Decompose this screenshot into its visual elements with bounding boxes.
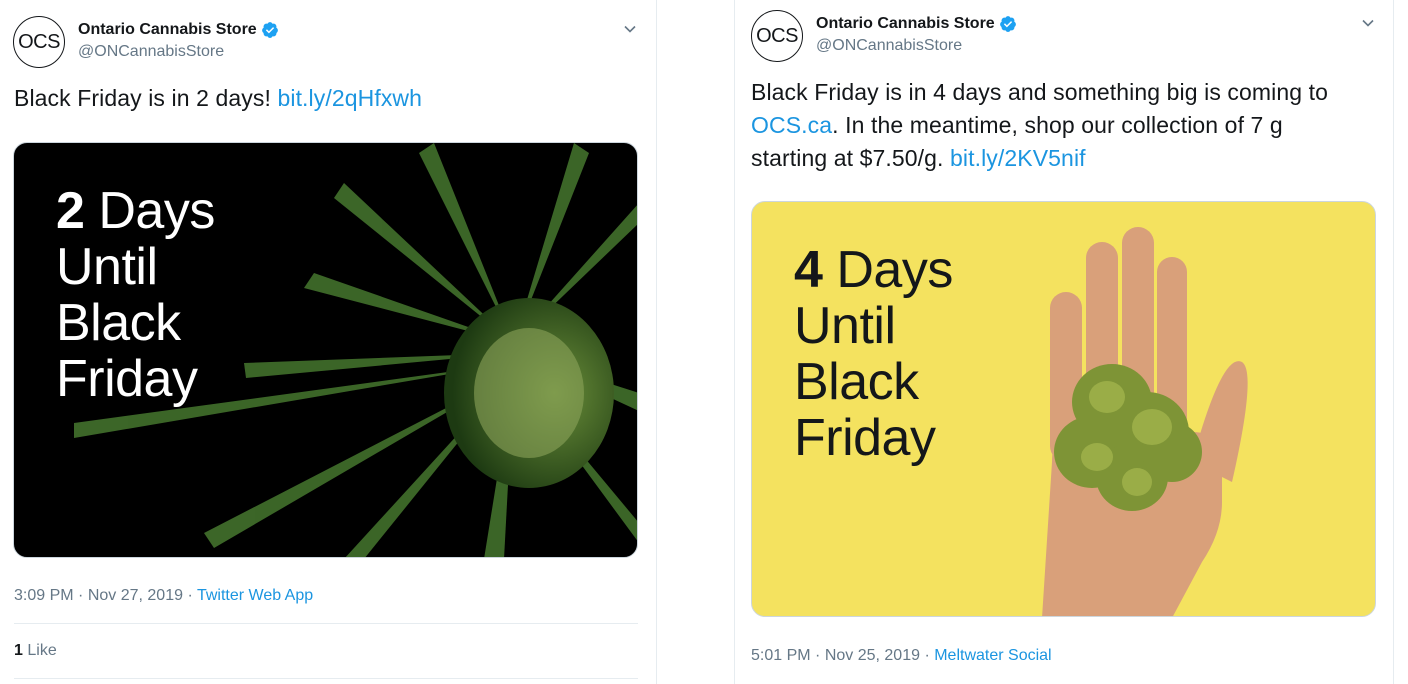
media-title: 2 Days Until Black Friday <box>56 183 215 407</box>
tweet-date[interactable]: Nov 27, 2019 <box>88 587 183 604</box>
tweet-card: OCS Ontario Cannabis Store @ONCannabisSt… <box>734 0 1394 684</box>
tweet-meta: 5:01 PM · Nov 25, 2019 · Meltwater Socia… <box>751 647 1052 665</box>
tweet-text: Black Friday is in 4 days and something … <box>751 76 1387 175</box>
avatar-text: OCS <box>756 24 798 47</box>
tweet-card: OCS Ontario Cannabis Store @ONCannabisSt… <box>0 0 657 684</box>
tweet-text-line: Black Friday is in 4 days and something … <box>751 79 1329 105</box>
account-name[interactable]: Ontario Cannabis Store <box>78 21 257 39</box>
tweet-text-line: . In the meantime, shop our collection o… <box>832 112 1283 138</box>
tweet-source[interactable]: Twitter Web App <box>197 587 313 604</box>
divider <box>14 623 638 624</box>
meta-separator: · <box>810 647 825 664</box>
chevron-down-icon[interactable] <box>1361 16 1375 30</box>
verified-badge-icon <box>999 16 1016 32</box>
meta-separator: · <box>183 587 197 604</box>
chevron-down-icon[interactable] <box>623 22 637 36</box>
media-title-line: Days <box>836 241 953 299</box>
tweet-date[interactable]: Nov 25, 2019 <box>825 647 920 664</box>
media-title-line: Friday <box>56 350 198 408</box>
meta-separator: · <box>920 647 935 664</box>
likes-count[interactable]: 1 Like <box>14 642 57 660</box>
account-handle[interactable]: @ONCannabisStore <box>78 43 224 61</box>
tweet-source[interactable]: Meltwater Social <box>934 647 1051 664</box>
tweet-link-ocs[interactable]: OCS.ca <box>751 112 832 138</box>
verified-badge-icon <box>261 22 278 38</box>
account-name[interactable]: Ontario Cannabis Store <box>816 15 995 33</box>
tweet-text: Black Friday is in 2 days! bit.ly/2qHfxw… <box>14 82 644 115</box>
tweet-media-image[interactable]: 2 Days Until Black Friday <box>13 142 638 558</box>
media-title: 4 Days Until Black Friday <box>794 242 953 466</box>
media-title-line: Until <box>794 297 896 355</box>
tweet-time[interactable]: 3:09 PM <box>14 587 74 604</box>
media-title-line: Days <box>98 182 215 240</box>
tweet-meta: 3:09 PM · Nov 27, 2019 · Twitter Web App <box>14 587 313 605</box>
media-title-number: 4 <box>794 241 823 299</box>
tweet-text-line: starting at $7.50/g. <box>751 145 951 171</box>
avatar[interactable]: OCS <box>13 16 65 68</box>
likes-label: Like <box>27 642 57 659</box>
likes-number: 1 <box>14 642 23 659</box>
avatar-text: OCS <box>18 30 60 53</box>
avatar[interactable]: OCS <box>751 10 803 62</box>
media-title-line: Until <box>56 238 158 296</box>
media-title-line: Black <box>56 294 181 352</box>
tweet-link[interactable]: bit.ly/2qHfxwh <box>277 85 422 111</box>
tweet-time[interactable]: 5:01 PM <box>751 647 811 664</box>
account-name-row[interactable]: Ontario Cannabis Store <box>816 15 1017 33</box>
media-title-line: Black <box>794 353 919 411</box>
account-name-row[interactable]: Ontario Cannabis Store <box>78 21 279 39</box>
account-handle[interactable]: @ONCannabisStore <box>816 37 962 55</box>
tweet-media-image[interactable]: 4 Days Until Black Friday <box>751 201 1376 617</box>
meta-separator: · <box>73 587 88 604</box>
tweet-link[interactable]: bit.ly/2KV5nif <box>950 145 1086 171</box>
tweet-text-body: Black Friday is in 2 days! <box>14 85 278 111</box>
divider <box>14 678 638 679</box>
media-title-number: 2 <box>56 182 85 240</box>
media-title-line: Friday <box>794 409 936 467</box>
